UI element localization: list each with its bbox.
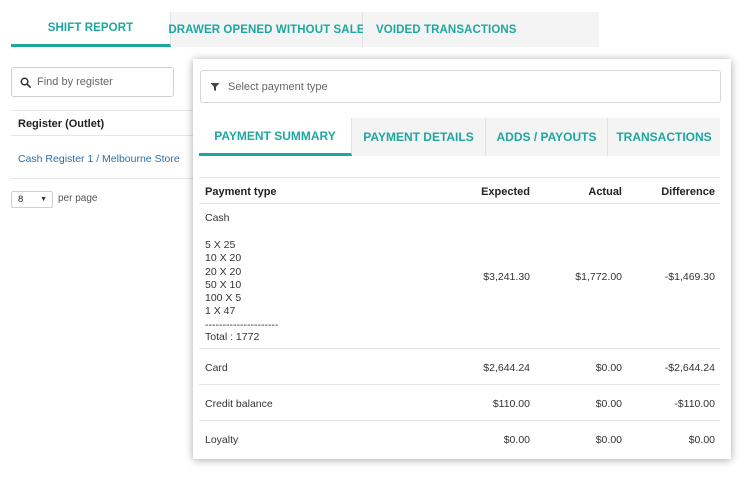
header-actual: Actual <box>588 186 622 198</box>
header-expected: Expected <box>481 186 530 198</box>
tab-payment-details[interactable]: PAYMENT DETAILS <box>352 118 486 156</box>
search-icon <box>20 77 31 88</box>
difference-cell: -$2,644.24 <box>664 362 715 374</box>
tab-drawer-opened-without-sale[interactable]: DRAWER OPENED WITHOUT SALE <box>168 12 364 47</box>
denomination-line: 1 X 47 <box>205 305 236 318</box>
denomination-line: 20 X 20 <box>205 265 242 278</box>
payment-type-cell: Loyalty <box>205 434 239 446</box>
denomination-line: 10 X 20 <box>205 252 242 265</box>
per-page-value: 8 <box>18 194 24 205</box>
payment-summary-card: PAYMENT SUMMARY PAYMENT DETAILS ADDS / P… <box>193 59 731 459</box>
table-row: Card $2,644.24 $0.00 -$2,644.24 <box>199 349 720 385</box>
cash-total: Total : 1772 <box>205 331 260 343</box>
expected-cell: $0.00 <box>503 434 530 446</box>
tab-payment-summary[interactable]: PAYMENT SUMMARY <box>199 118 352 156</box>
expected-cell: $2,644.24 <box>483 362 530 374</box>
actual-cell: $0.00 <box>595 398 622 410</box>
tab-shift-report[interactable]: SHIFT REPORT <box>11 12 171 47</box>
table-row: Cash 5 X 25 10 X 20 20 X 20 50 X 10 100 … <box>199 204 720 349</box>
tab-transactions[interactable]: TRANSACTIONS <box>608 118 720 156</box>
divider <box>11 178 196 179</box>
payment-type-cell: Credit balance <box>205 398 273 410</box>
table-row: Loyalty $0.00 $0.00 $0.00 <box>199 421 720 457</box>
per-page-label: per page <box>58 193 98 204</box>
report-tabs: SHIFT REPORT DRAWER OPENED WITHOUT SALE … <box>11 12 599 47</box>
payment-type-cell: Card <box>205 362 228 374</box>
actual-cell: $0.00 <box>595 362 622 374</box>
tab-adds-payouts[interactable]: ADDS / PAYOUTS <box>486 118 608 156</box>
header-difference: Difference <box>661 186 715 198</box>
cash-denominations: 5 X 25 10 X 20 20 X 20 50 X 10 100 X 5 1… <box>205 239 278 332</box>
payment-type-filter[interactable] <box>200 70 721 103</box>
difference-cell: -$110.00 <box>674 398 715 410</box>
actual-cell: $0.00 <box>595 434 622 446</box>
divider <box>11 110 196 111</box>
denomination-line: 100 X 5 <box>205 292 242 305</box>
payment-table: Payment type Expected Actual Difference … <box>199 177 720 457</box>
tab-voided-transactions[interactable]: VOIDED TRANSACTIONS <box>363 12 599 47</box>
caret-down-icon: ▼ <box>40 196 47 203</box>
divider <box>11 135 196 136</box>
difference-cell: -$1,469.30 <box>664 271 715 283</box>
register-search-box[interactable] <box>11 67 174 97</box>
actual-cell: $1,772.00 <box>575 271 622 283</box>
filter-icon <box>210 82 220 91</box>
payment-type-input[interactable] <box>228 80 708 93</box>
expected-cell: $110.00 <box>492 398 530 410</box>
denomination-line: 50 X 10 <box>205 278 242 291</box>
per-page-select[interactable]: 8 ▼ <box>11 191 53 208</box>
expected-cell: $3,241.30 <box>483 271 530 283</box>
register-search-input[interactable] <box>37 76 167 88</box>
table-row: Credit balance $110.00 $0.00 -$110.00 <box>199 385 720 421</box>
register-link[interactable]: Cash Register 1 / Melbourne Store <box>18 153 180 165</box>
denomination-line: 5 X 25 <box>205 239 236 251</box>
header-payment-type: Payment type <box>205 186 277 198</box>
table-header: Payment type Expected Actual Difference <box>199 177 720 204</box>
payment-tabs: PAYMENT SUMMARY PAYMENT DETAILS ADDS / P… <box>199 118 720 156</box>
payment-type-cell: Cash <box>205 212 230 224</box>
difference-cell: $0.00 <box>688 434 715 446</box>
register-column-header: Register (Outlet) <box>18 118 105 130</box>
